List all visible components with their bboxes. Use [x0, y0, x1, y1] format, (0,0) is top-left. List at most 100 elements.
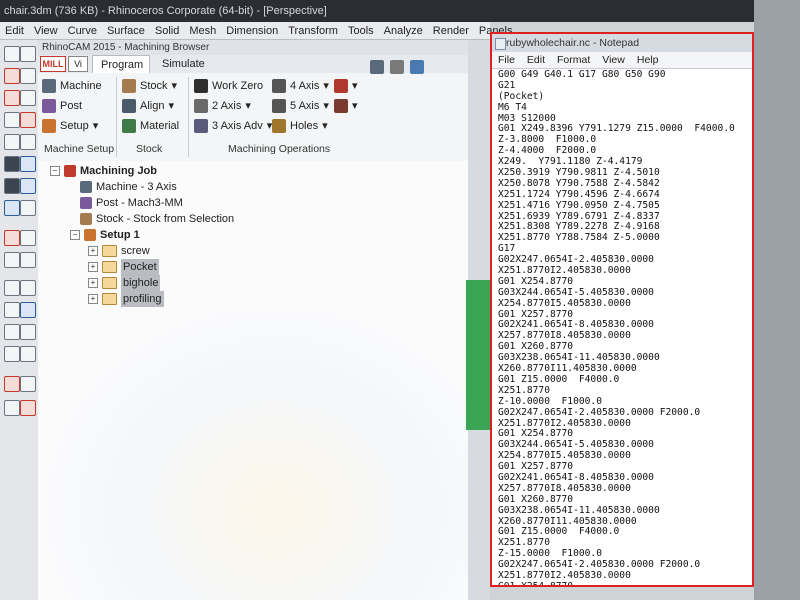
gcode-text-area[interactable]: G00 G49 G40.1 G17 G80 G50 G90 G21 (Pocket)…	[498, 70, 750, 585]
folder-icon	[102, 245, 117, 257]
menu-item-view[interactable]: View	[29, 22, 63, 39]
menu-item-render[interactable]: Render	[428, 22, 474, 39]
notepad-menu-bar: File Edit Format View Help	[492, 52, 752, 69]
dimension-tool-icon[interactable]	[4, 376, 20, 392]
text-tool-icon[interactable]	[20, 134, 36, 150]
expand-icon[interactable]: +	[88, 246, 98, 256]
stock-button[interactable]: Stock ▾	[122, 77, 177, 95]
tree-item-post[interactable]: Post - Mach3-MM	[80, 195, 183, 211]
menu-item-curve[interactable]: Curve	[63, 22, 102, 39]
material-button[interactable]: Material	[122, 117, 179, 135]
circle-tool-icon[interactable]	[4, 90, 20, 106]
material-icon	[122, 119, 136, 133]
arc-tool-icon[interactable]	[20, 90, 36, 106]
mirror-tool-icon[interactable]	[4, 324, 20, 340]
gear-icon[interactable]	[390, 60, 404, 74]
menu-item-format[interactable]: Format	[551, 52, 596, 68]
menu-item-file[interactable]: File	[492, 52, 521, 68]
wrench-icon[interactable]	[370, 60, 384, 74]
surface-tool-icon[interactable]	[4, 156, 20, 172]
ellipse-tool-icon[interactable]	[20, 112, 36, 128]
expand-icon[interactable]: +	[88, 278, 98, 288]
machining-browser-title: RhinoCAM 2015 - Machining Browser	[38, 40, 468, 55]
point-tool-icon[interactable]	[20, 46, 36, 62]
rectangle-tool-icon[interactable]	[4, 112, 20, 128]
tree-item-stock[interactable]: Stock - Stock from Selection	[80, 211, 234, 227]
2-axis-button[interactable]: 2 Axis ▾	[194, 97, 251, 115]
menu-item-dimension[interactable]: Dimension	[221, 22, 283, 39]
3-axis-adv-label: 3 Axis Adv	[212, 120, 263, 132]
post-button[interactable]: Post	[42, 97, 82, 115]
gcode-line: G01 X254.8770	[498, 581, 750, 585]
tree-item-machine[interactable]: Machine - 3 Axis	[80, 179, 177, 195]
vm-tab[interactable]: Vi	[68, 56, 88, 72]
tab-program[interactable]: Program	[92, 55, 150, 73]
copy-tool-icon[interactable]	[20, 280, 36, 296]
move-tool-icon[interactable]	[4, 280, 20, 296]
setup-icon	[42, 119, 56, 133]
gcode-line: X251.4716 Y790.0950 Z-4.7505	[498, 199, 660, 211]
gcode-line: G01 X260.8770	[498, 493, 574, 505]
menu-item-surface[interactable]: Surface	[102, 22, 150, 39]
machine-button[interactable]: Machine	[42, 77, 102, 95]
mesh-tool-icon[interactable]	[4, 200, 20, 216]
extrude-tool-icon[interactable]	[20, 178, 36, 194]
mill-tab[interactable]: MILL	[40, 56, 66, 72]
menu-item-view[interactable]: View	[596, 52, 631, 68]
scale-tool-icon[interactable]	[20, 302, 36, 318]
background-desk	[754, 0, 800, 600]
menu-item-solid[interactable]: Solid	[150, 22, 184, 39]
5-axis-button[interactable]: 5 Axis ▾	[272, 97, 329, 115]
cylinder-tool-icon[interactable]	[20, 200, 36, 216]
sphere-tool-icon[interactable]	[4, 178, 20, 194]
tree-folder-pocket[interactable]: + Pocket	[88, 259, 159, 275]
operations-button[interactable]: ▾	[334, 97, 358, 115]
fillet-tool-icon[interactable]	[4, 346, 20, 362]
explode-tool-icon[interactable]	[20, 252, 36, 268]
expand-icon[interactable]: +	[88, 294, 98, 304]
help-icon[interactable]	[410, 60, 424, 74]
rotate-tool-icon[interactable]	[4, 302, 20, 318]
expand-icon[interactable]: +	[88, 262, 98, 272]
gcode-line: G00 G49 G40.1 G17 G80 G50 G90	[498, 70, 666, 80]
menu-item-edit[interactable]: Edit	[0, 22, 29, 39]
holes-button[interactable]: Holes ▾	[272, 117, 328, 135]
curve-tool-icon[interactable]	[4, 68, 20, 84]
tree-folder-bighole[interactable]: + bighole	[88, 275, 161, 291]
menu-item-mesh[interactable]: Mesh	[184, 22, 221, 39]
erase-tool-icon[interactable]	[20, 400, 36, 416]
menu-item-edit[interactable]: Edit	[521, 52, 551, 68]
menu-item-transform[interactable]: Transform	[283, 22, 343, 39]
collapse-icon[interactable]: −	[70, 230, 80, 240]
select-tool-icon[interactable]	[4, 46, 20, 62]
menu-item-tools[interactable]: Tools	[343, 22, 379, 39]
folder-icon	[102, 293, 117, 305]
check-tool-icon[interactable]	[4, 400, 20, 416]
trim-tool-icon[interactable]	[4, 230, 20, 246]
post-label: Post	[60, 100, 83, 112]
split-tool-icon[interactable]	[20, 230, 36, 246]
tree-item-machining-job[interactable]: − Machining Job	[50, 163, 157, 179]
offset-tool-icon[interactable]	[20, 346, 36, 362]
operations-dropdown-icon: ▾	[352, 100, 358, 112]
3-axis-adv-button[interactable]: 3 Axis Adv ▾	[194, 117, 272, 135]
collapse-icon[interactable]: −	[50, 166, 60, 176]
setup-button[interactable]: Setup ▾	[42, 117, 98, 135]
box-tool-icon[interactable]	[20, 156, 36, 172]
tree-item-setup[interactable]: − Setup 1	[70, 227, 140, 243]
polygon-tool-icon[interactable]	[4, 134, 20, 150]
polyline-tool-icon[interactable]	[20, 68, 36, 84]
tree-folder-profiling[interactable]: + profiling	[88, 291, 164, 307]
tree-folder-screw[interactable]: + screw	[88, 243, 150, 259]
machining-job-tree: − Machining Job Machine - 3 Axis Post - …	[38, 161, 468, 600]
join-tool-icon[interactable]	[4, 252, 20, 268]
menu-item-analyze[interactable]: Analyze	[379, 22, 428, 39]
align-button[interactable]: Align ▾	[122, 97, 174, 115]
array-tool-icon[interactable]	[20, 324, 36, 340]
tools-button[interactable]: ▾	[334, 77, 358, 95]
work-zero-button[interactable]: Work Zero	[194, 77, 263, 95]
4-axis-button[interactable]: 4 Axis ▾	[272, 77, 329, 95]
tab-simulate[interactable]: Simulate	[154, 55, 214, 73]
menu-item-help[interactable]: Help	[631, 52, 665, 68]
grid-tool-icon[interactable]	[20, 376, 36, 392]
